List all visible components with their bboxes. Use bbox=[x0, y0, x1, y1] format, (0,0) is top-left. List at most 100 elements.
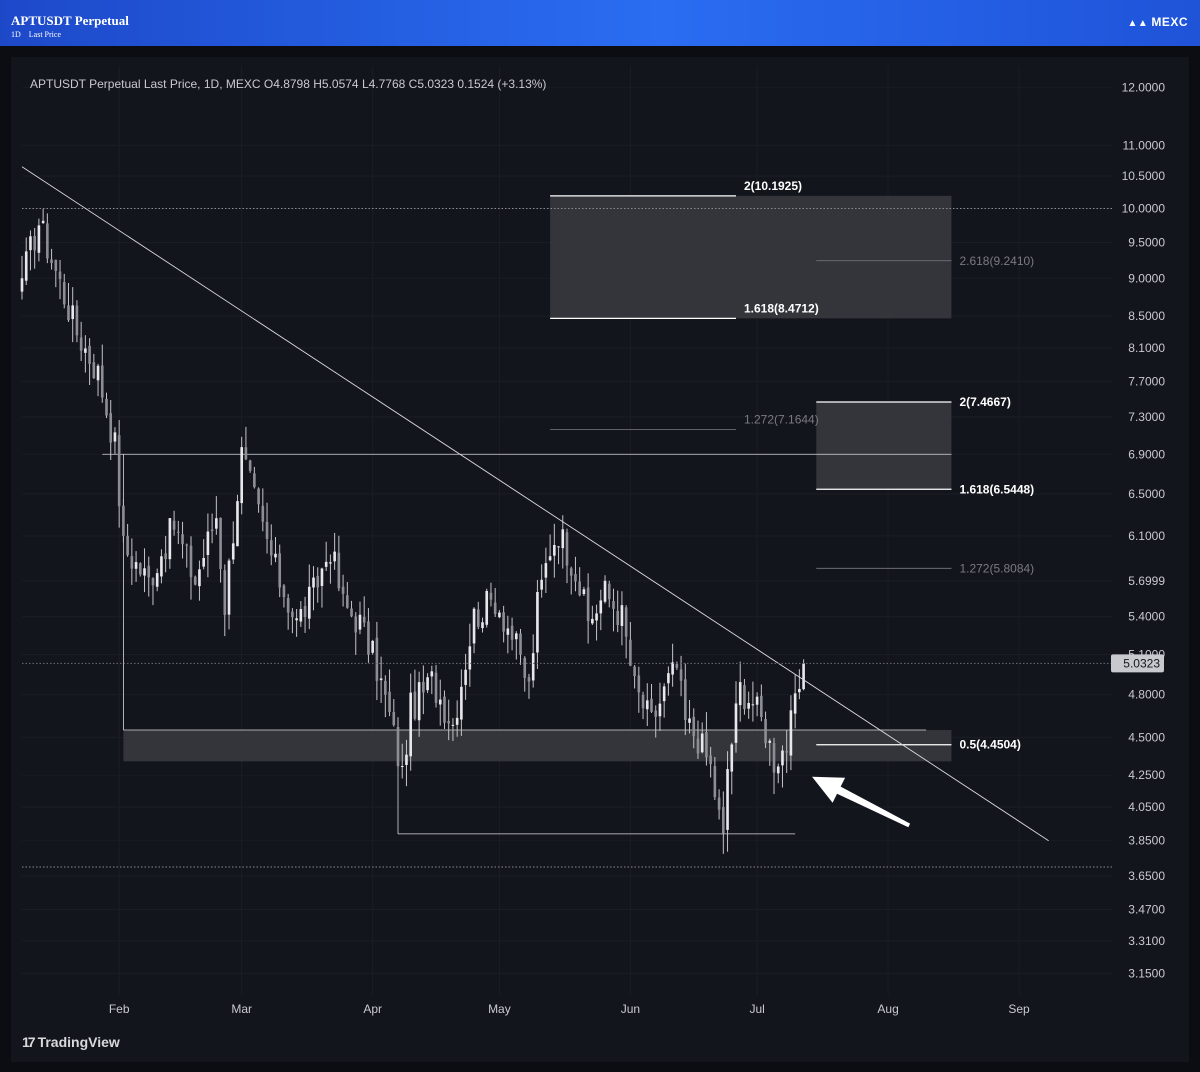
y-axis-tick-label: 4.0500 bbox=[1128, 800, 1165, 814]
candle bbox=[117, 420, 121, 528]
candle-body bbox=[50, 259, 53, 264]
candle-body bbox=[362, 616, 366, 623]
candle-body bbox=[126, 535, 129, 556]
candle-body bbox=[371, 640, 374, 653]
candle bbox=[438, 679, 442, 726]
candle bbox=[409, 673, 412, 771]
candle-body bbox=[286, 597, 290, 613]
candle bbox=[337, 535, 341, 592]
y-axis-tick-label: 7.7000 bbox=[1128, 375, 1165, 389]
x-axis-tick-label: Sep bbox=[1008, 1002, 1030, 1016]
y-axis-tick-label: 9.5000 bbox=[1128, 235, 1165, 249]
candle-body bbox=[595, 613, 598, 621]
candle-body bbox=[574, 574, 577, 582]
legend-value: L4.7768 bbox=[359, 77, 406, 91]
candle-body bbox=[430, 671, 434, 677]
candle bbox=[143, 548, 146, 593]
candle-body bbox=[134, 562, 138, 569]
candle bbox=[198, 560, 201, 601]
candle-body bbox=[20, 278, 24, 292]
candle-body bbox=[384, 680, 387, 695]
candle-body bbox=[633, 666, 636, 677]
candle bbox=[460, 669, 463, 736]
candle-body bbox=[71, 305, 75, 320]
candle-body bbox=[105, 398, 108, 416]
legend-value: H5.0574 bbox=[310, 77, 359, 91]
candle bbox=[696, 720, 700, 759]
candle bbox=[75, 300, 79, 343]
candle-body bbox=[460, 686, 463, 720]
candle-body bbox=[692, 716, 696, 737]
y-axis-tick-label: 3.3100 bbox=[1128, 934, 1165, 948]
y-axis-tick-label: 10.5000 bbox=[1122, 169, 1166, 183]
candle bbox=[227, 558, 231, 630]
candle-body bbox=[527, 677, 531, 682]
candle-body bbox=[443, 696, 446, 723]
candle bbox=[261, 488, 265, 532]
candle-body bbox=[303, 606, 307, 618]
candle-body bbox=[734, 703, 738, 743]
candle bbox=[772, 737, 776, 795]
candle-body bbox=[79, 337, 83, 351]
candle bbox=[595, 604, 598, 641]
candle-body bbox=[320, 568, 324, 587]
candle bbox=[620, 591, 624, 646]
fib-level-label: 2(7.4667) bbox=[959, 395, 1010, 409]
candle bbox=[375, 621, 379, 701]
candle-body bbox=[675, 664, 679, 668]
fib-level-label: 2(10.1925) bbox=[744, 179, 802, 193]
candle bbox=[426, 673, 429, 694]
candle bbox=[519, 628, 522, 665]
candle-body bbox=[654, 710, 658, 717]
candle bbox=[160, 549, 163, 584]
candle-body bbox=[662, 686, 666, 702]
candle bbox=[350, 600, 353, 618]
candle bbox=[417, 671, 421, 737]
candle-body bbox=[582, 589, 586, 595]
candle-body bbox=[802, 663, 805, 690]
candle bbox=[734, 681, 738, 753]
candle-body bbox=[468, 646, 472, 670]
candle bbox=[675, 661, 679, 670]
candle-body bbox=[151, 578, 155, 586]
candle-body bbox=[240, 447, 243, 504]
candle-body bbox=[346, 595, 349, 608]
candle bbox=[717, 789, 721, 820]
y-axis-tick-label: 5.4000 bbox=[1128, 610, 1165, 624]
candle-body bbox=[578, 581, 581, 596]
candle bbox=[536, 579, 539, 669]
candle bbox=[802, 659, 805, 691]
candle-body bbox=[206, 531, 210, 555]
candle bbox=[274, 537, 277, 563]
candle-body bbox=[557, 546, 560, 548]
candle bbox=[472, 607, 476, 654]
candle bbox=[189, 536, 193, 600]
candle-body bbox=[569, 568, 573, 576]
candle-body bbox=[185, 544, 189, 546]
tradingview-logo-icon: 17 bbox=[22, 1034, 36, 1050]
candle-body bbox=[88, 345, 91, 364]
candle bbox=[172, 510, 176, 536]
candle bbox=[553, 523, 556, 578]
candle bbox=[210, 513, 214, 544]
candle bbox=[679, 655, 683, 697]
tradingview-logo: 17 TradingView bbox=[22, 1034, 120, 1050]
candle-body bbox=[278, 553, 282, 588]
candle bbox=[498, 609, 501, 619]
y-axis-tick-label: 3.1500 bbox=[1128, 967, 1165, 981]
candle bbox=[434, 664, 438, 708]
candle bbox=[671, 643, 674, 687]
annotation-arrow-icon bbox=[812, 776, 911, 828]
candle-body bbox=[565, 532, 569, 566]
candle-body bbox=[109, 413, 113, 443]
candle bbox=[548, 534, 552, 562]
candle bbox=[561, 515, 565, 569]
candle bbox=[320, 567, 324, 608]
candle bbox=[396, 717, 400, 768]
candle-body bbox=[193, 576, 197, 585]
candle bbox=[109, 400, 113, 460]
candle-body bbox=[679, 669, 683, 681]
price-chart[interactable]: 2(10.1925) 2.618(9.2410) 1.618(8.4712) 1.27… bbox=[0, 0, 1200, 1072]
candle bbox=[603, 575, 607, 604]
candle bbox=[578, 567, 581, 597]
